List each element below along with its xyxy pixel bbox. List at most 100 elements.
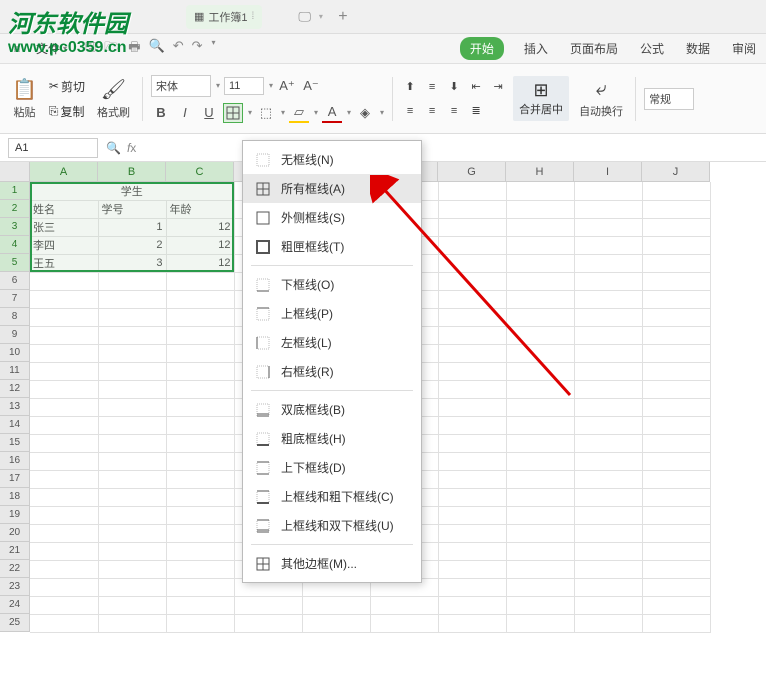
cell[interactable] bbox=[166, 470, 234, 488]
cell[interactable] bbox=[506, 434, 574, 452]
cell[interactable] bbox=[574, 542, 642, 560]
cell[interactable] bbox=[98, 614, 166, 632]
tab-start[interactable]: 开始 bbox=[460, 37, 504, 60]
cell[interactable] bbox=[574, 236, 642, 254]
cell[interactable] bbox=[642, 200, 710, 218]
cell[interactable] bbox=[438, 416, 506, 434]
cell[interactable] bbox=[98, 542, 166, 560]
row-header-23[interactable]: 23 bbox=[0, 578, 30, 596]
cell[interactable] bbox=[98, 452, 166, 470]
row-header-18[interactable]: 18 bbox=[0, 488, 30, 506]
cell[interactable] bbox=[506, 272, 574, 290]
cell[interactable] bbox=[574, 254, 642, 272]
tab-data[interactable]: 数据 bbox=[684, 36, 712, 61]
bold-button[interactable]: B bbox=[151, 103, 171, 123]
cell[interactable] bbox=[302, 596, 370, 614]
cell[interactable] bbox=[642, 416, 710, 434]
wrap-text-button[interactable]: ⤶ 自动换行 bbox=[575, 74, 627, 123]
cell[interactable] bbox=[166, 560, 234, 578]
row-header-12[interactable]: 12 bbox=[0, 380, 30, 398]
qat-dropdown-icon[interactable]: ▾ bbox=[212, 38, 216, 60]
cell[interactable] bbox=[438, 398, 506, 416]
highlight-button[interactable]: ▱ bbox=[289, 103, 309, 123]
cell[interactable] bbox=[642, 542, 710, 560]
tab-formula[interactable]: 公式 bbox=[638, 36, 666, 61]
row-header-13[interactable]: 13 bbox=[0, 398, 30, 416]
cell[interactable] bbox=[438, 236, 506, 254]
row-header-20[interactable]: 20 bbox=[0, 524, 30, 542]
cell[interactable] bbox=[438, 326, 506, 344]
cell[interactable] bbox=[574, 380, 642, 398]
row-header-17[interactable]: 17 bbox=[0, 470, 30, 488]
cell[interactable] bbox=[166, 506, 234, 524]
border-menu-item-none[interactable]: 无框线(N) bbox=[243, 145, 421, 174]
border-menu-item-thick-box[interactable]: 粗匣框线(T) bbox=[243, 232, 421, 261]
column-header-C[interactable]: C bbox=[166, 162, 234, 182]
cell[interactable] bbox=[506, 380, 574, 398]
cell[interactable] bbox=[98, 344, 166, 362]
cell[interactable] bbox=[166, 308, 234, 326]
cell[interactable]: 学生 bbox=[30, 182, 234, 200]
cell[interactable] bbox=[574, 560, 642, 578]
cell[interactable] bbox=[642, 596, 710, 614]
cell[interactable] bbox=[506, 488, 574, 506]
cell[interactable] bbox=[642, 380, 710, 398]
indent-right-button[interactable]: ⇥ bbox=[489, 78, 507, 96]
border-menu-item-left[interactable]: 左框线(L) bbox=[243, 328, 421, 357]
cell[interactable] bbox=[30, 272, 98, 290]
tab-review[interactable]: 审阅 bbox=[730, 36, 758, 61]
row-header-16[interactable]: 16 bbox=[0, 452, 30, 470]
cell[interactable] bbox=[574, 200, 642, 218]
cell[interactable] bbox=[98, 398, 166, 416]
font-size-select[interactable]: 11 bbox=[224, 77, 264, 95]
cell[interactable] bbox=[166, 290, 234, 308]
cell[interactable] bbox=[30, 542, 98, 560]
row-header-11[interactable]: 11 bbox=[0, 362, 30, 380]
cell[interactable] bbox=[506, 578, 574, 596]
cell[interactable] bbox=[574, 218, 642, 236]
cell[interactable] bbox=[642, 326, 710, 344]
cell[interactable] bbox=[30, 434, 98, 452]
cell[interactable] bbox=[506, 218, 574, 236]
cell[interactable] bbox=[166, 272, 234, 290]
cell[interactable] bbox=[438, 524, 506, 542]
merge-center-button[interactable]: ⊞ 合并居中 bbox=[513, 76, 569, 121]
cell[interactable] bbox=[438, 272, 506, 290]
cell[interactable] bbox=[506, 182, 574, 200]
cell[interactable] bbox=[438, 362, 506, 380]
cell[interactable] bbox=[506, 560, 574, 578]
border-menu-item-more[interactable]: 其他边框(M)... bbox=[243, 549, 421, 578]
cell[interactable] bbox=[30, 362, 98, 380]
cell[interactable] bbox=[574, 362, 642, 380]
copy-button[interactable]: ⎘ 复制 bbox=[47, 101, 87, 122]
cell[interactable] bbox=[30, 398, 98, 416]
cell[interactable] bbox=[574, 488, 642, 506]
column-header-I[interactable]: I bbox=[574, 162, 642, 182]
cell[interactable] bbox=[506, 524, 574, 542]
align-top-button[interactable]: ⬆ bbox=[401, 78, 419, 96]
cell[interactable] bbox=[506, 452, 574, 470]
cell[interactable] bbox=[642, 488, 710, 506]
row-header-24[interactable]: 24 bbox=[0, 596, 30, 614]
fill-color-button[interactable]: ⬚ bbox=[256, 103, 276, 123]
file-menu[interactable]: 文件 ▾ bbox=[30, 38, 73, 59]
cell[interactable] bbox=[166, 362, 234, 380]
cell[interactable] bbox=[30, 596, 98, 614]
cell[interactable] bbox=[30, 290, 98, 308]
cell[interactable] bbox=[98, 380, 166, 398]
cell[interactable] bbox=[30, 524, 98, 542]
cell[interactable] bbox=[506, 596, 574, 614]
cut-button[interactable]: ✂ 剪切 bbox=[47, 76, 87, 97]
cell[interactable] bbox=[574, 272, 642, 290]
folder-icon[interactable]: 🗁 bbox=[104, 38, 120, 60]
row-header-14[interactable]: 14 bbox=[0, 416, 30, 434]
tab-insert[interactable]: 插入 bbox=[522, 36, 550, 61]
cell[interactable] bbox=[506, 290, 574, 308]
cell[interactable]: 12 bbox=[166, 254, 234, 272]
cell[interactable] bbox=[166, 344, 234, 362]
border-menu-item-right[interactable]: 右框线(R) bbox=[243, 357, 421, 386]
cell[interactable] bbox=[642, 398, 710, 416]
cell[interactable] bbox=[574, 290, 642, 308]
cell[interactable] bbox=[642, 506, 710, 524]
paste-button[interactable]: 📋 粘贴 bbox=[8, 73, 41, 124]
